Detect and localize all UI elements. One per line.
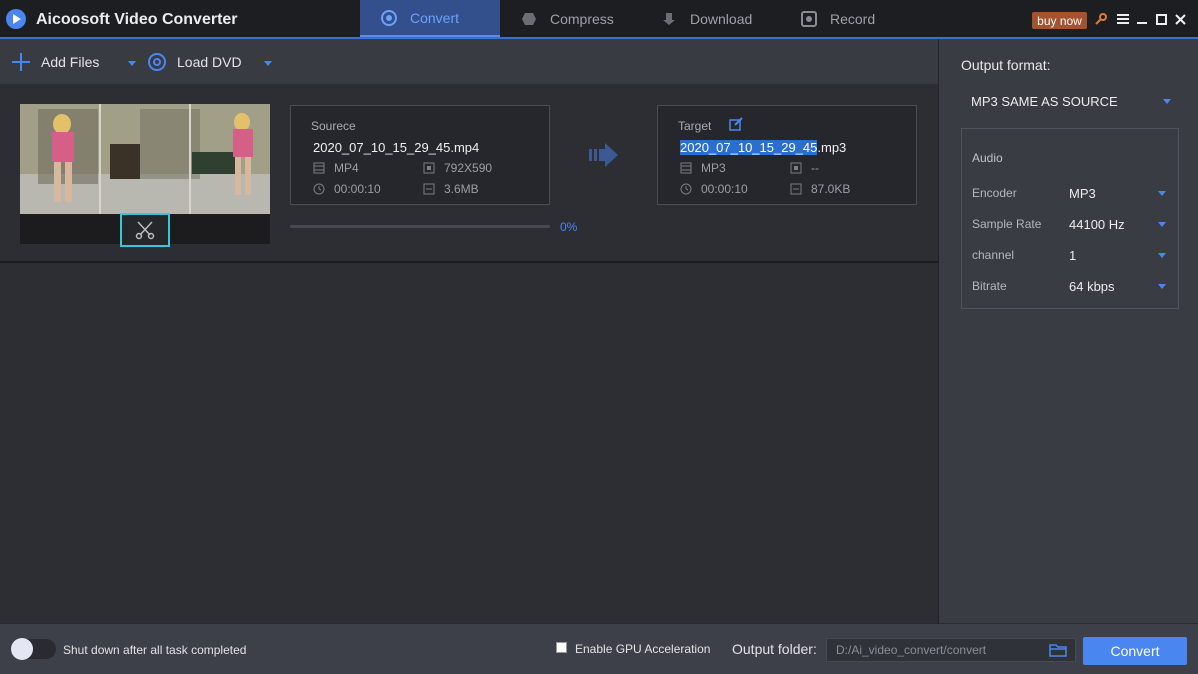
source-label: Sourece xyxy=(311,119,356,133)
target-filename-ext: .mp3 xyxy=(817,140,847,155)
video-preview-image xyxy=(20,104,270,214)
add-files-label: Add Files xyxy=(41,53,100,70)
chevron-down-icon xyxy=(1158,284,1166,289)
menu-icon[interactable] xyxy=(1115,11,1131,27)
gpu-acceleration-checkbox[interactable] xyxy=(556,642,567,653)
sample-rate-label: Sample Rate xyxy=(972,217,1042,231)
output-folder-label: Output folder: xyxy=(732,641,817,657)
source-format: MP4 xyxy=(313,161,359,175)
maximize-icon[interactable] xyxy=(1153,11,1169,27)
output-format-value: MP3 SAME AS SOURCE xyxy=(971,93,1118,109)
target-duration: 00:00:10 xyxy=(680,182,748,196)
progress-percent: 0% xyxy=(560,220,578,234)
chevron-down-icon xyxy=(1158,222,1166,227)
load-dvd-dropdown-icon[interactable] xyxy=(264,61,272,66)
add-files-dropdown-icon[interactable] xyxy=(128,61,136,66)
minimize-icon[interactable] xyxy=(1134,11,1150,27)
channel-label: channel xyxy=(972,248,1015,262)
channel-value: 1 xyxy=(1069,247,1077,263)
video-thumbnail[interactable] xyxy=(20,104,270,247)
source-size: 3.6MB xyxy=(423,182,479,196)
buy-now-button[interactable]: buy now xyxy=(1032,12,1087,29)
convert-icon xyxy=(381,9,397,26)
edit-icon[interactable] xyxy=(729,117,743,131)
plus-icon xyxy=(12,52,30,71)
shutdown-toggle[interactable] xyxy=(11,638,56,660)
app-title: Aicoosoft Video Converter xyxy=(36,11,238,28)
source-info-panel: Sourece 2020_07_10_15_29_45.mp4 MP4 792X… xyxy=(290,105,550,205)
resolution-icon xyxy=(423,162,435,174)
tab-record[interactable]: Record xyxy=(780,0,920,37)
output-settings-panel: Output format: MP3 SAME AS SOURCE Audio … xyxy=(938,39,1198,623)
clock-icon xyxy=(680,183,692,195)
target-filename-field[interactable]: 2020_07_10_15_29_45.mp3 xyxy=(680,140,846,155)
bitrate-label: Bitrate xyxy=(972,279,1007,293)
close-icon[interactable] xyxy=(1172,11,1188,27)
progress-bar xyxy=(290,225,550,228)
app-logo-icon xyxy=(6,9,26,29)
chevron-down-icon xyxy=(1163,99,1171,104)
target-format: MP3 xyxy=(680,161,726,175)
format-icon xyxy=(313,162,325,174)
convert-button[interactable]: Convert xyxy=(1083,637,1187,665)
filesize-icon xyxy=(790,183,802,195)
target-label: Target xyxy=(678,119,712,133)
key-icon[interactable] xyxy=(1093,11,1109,27)
source-duration: 00:00:10 xyxy=(313,182,381,196)
tab-download-label: Download xyxy=(690,10,753,27)
output-format-select[interactable]: MP3 SAME AS SOURCE xyxy=(961,87,1179,115)
tab-convert-label: Convert xyxy=(410,9,460,26)
download-icon xyxy=(663,12,675,25)
tab-record-label: Record xyxy=(830,10,876,27)
target-size: 87.0KB xyxy=(790,182,850,196)
title-bar: Aicoosoft Video Converter Convert Compre… xyxy=(0,0,1198,39)
bitrate-value: 64 kbps xyxy=(1069,278,1115,294)
channel-select[interactable]: channel 1 xyxy=(972,245,1172,265)
trim-button[interactable] xyxy=(120,213,170,247)
source-filename: 2020_07_10_15_29_45.mp4 xyxy=(313,140,480,155)
compress-icon xyxy=(522,12,536,25)
format-icon xyxy=(680,162,692,174)
toolbar: Add Files Load DVD xyxy=(0,39,938,84)
load-dvd-button[interactable]: Load DVD xyxy=(147,39,242,84)
audio-settings-box: Audio Encoder MP3 Sample Rate 44100 Hz c… xyxy=(961,128,1179,309)
sample-rate-select[interactable]: Sample Rate 44100 Hz xyxy=(972,214,1172,234)
tab-compress-label: Compress xyxy=(550,10,614,27)
convert-arrow-icon xyxy=(589,143,618,167)
shutdown-label: Shut down after all task completed xyxy=(63,643,247,657)
encoder-label: Encoder xyxy=(972,186,1017,200)
chevron-down-icon xyxy=(1158,191,1166,196)
source-resolution: 792X590 xyxy=(423,161,492,175)
target-info-panel: Target 2020_07_10_15_29_45.mp3 MP3 -- 00… xyxy=(657,105,917,205)
load-dvd-label: Load DVD xyxy=(177,53,242,70)
audio-section-title: Audio xyxy=(972,151,1003,165)
resolution-icon xyxy=(790,162,802,174)
bottom-bar: Shut down after all task completed Enabl… xyxy=(0,623,1198,674)
chevron-down-icon xyxy=(1158,253,1166,258)
tab-convert[interactable]: Convert xyxy=(360,0,500,37)
toggle-knob xyxy=(11,638,33,660)
clock-icon xyxy=(313,183,325,195)
task-row: Sourece 2020_07_10_15_29_45.mp4 MP4 792X… xyxy=(0,84,938,263)
encoder-value: MP3 xyxy=(1069,185,1096,201)
encoder-select[interactable]: Encoder MP3 xyxy=(972,183,1172,203)
add-files-button[interactable]: Add Files xyxy=(11,39,99,84)
tab-compress[interactable]: Compress xyxy=(500,0,640,37)
sample-rate-value: 44100 Hz xyxy=(1069,216,1125,232)
record-icon xyxy=(801,10,817,27)
scissors-icon xyxy=(135,221,155,240)
gpu-acceleration-label: Enable GPU Acceleration xyxy=(575,642,711,656)
filesize-icon xyxy=(423,183,435,195)
target-filename-selected: 2020_07_10_15_29_45 xyxy=(680,140,818,155)
dvd-icon xyxy=(148,52,166,71)
tab-download[interactable]: Download xyxy=(640,0,780,37)
output-folder-field[interactable]: D:/Ai_video_convert/convert xyxy=(826,638,1076,662)
output-folder-path: D:/Ai_video_convert/convert xyxy=(836,643,987,657)
bitrate-select[interactable]: Bitrate 64 kbps xyxy=(972,276,1172,296)
target-resolution: -- xyxy=(790,161,819,175)
output-format-label: Output format: xyxy=(961,57,1051,73)
folder-icon[interactable] xyxy=(1049,642,1067,658)
